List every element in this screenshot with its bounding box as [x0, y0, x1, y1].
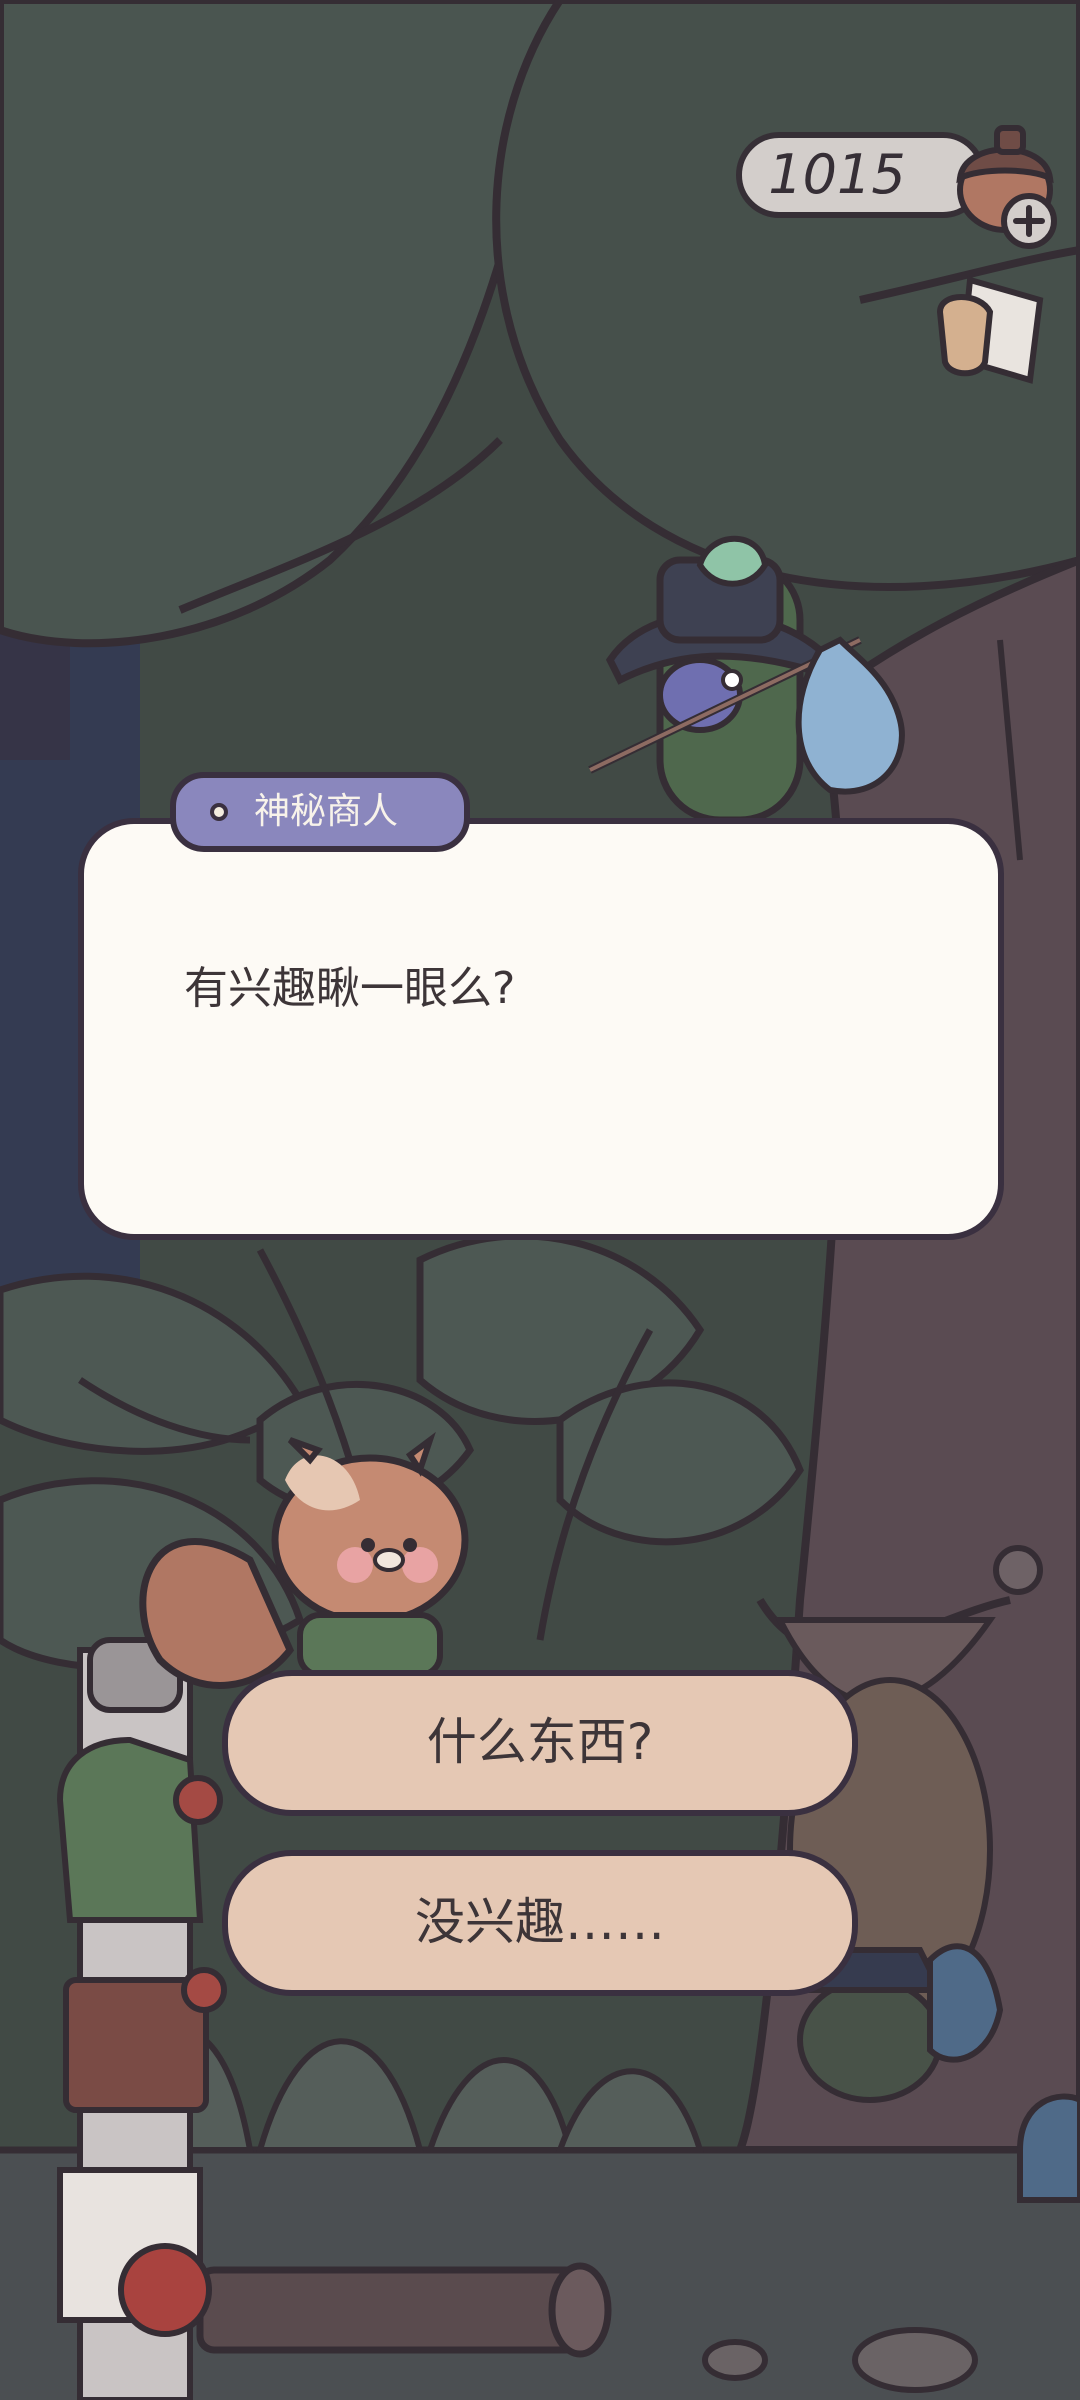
dialog-box: 有兴趣瞅一眼么?: [78, 818, 1004, 1240]
name-dot-icon: [210, 803, 228, 821]
choice-button-not-interested[interactable]: 没兴趣……: [222, 1850, 858, 1996]
coin-count: 1015: [768, 143, 906, 206]
speaker-name: 神秘商人: [254, 791, 399, 832]
speaker-name-tag: 神秘商人: [170, 772, 470, 852]
dialog-text: 有兴趣瞅一眼么?: [184, 963, 516, 1014]
cup-icon[interactable]: [930, 272, 1050, 390]
plus-icon[interactable]: [1000, 192, 1058, 250]
choice-button-what[interactable]: 什么东西?: [222, 1670, 858, 1816]
